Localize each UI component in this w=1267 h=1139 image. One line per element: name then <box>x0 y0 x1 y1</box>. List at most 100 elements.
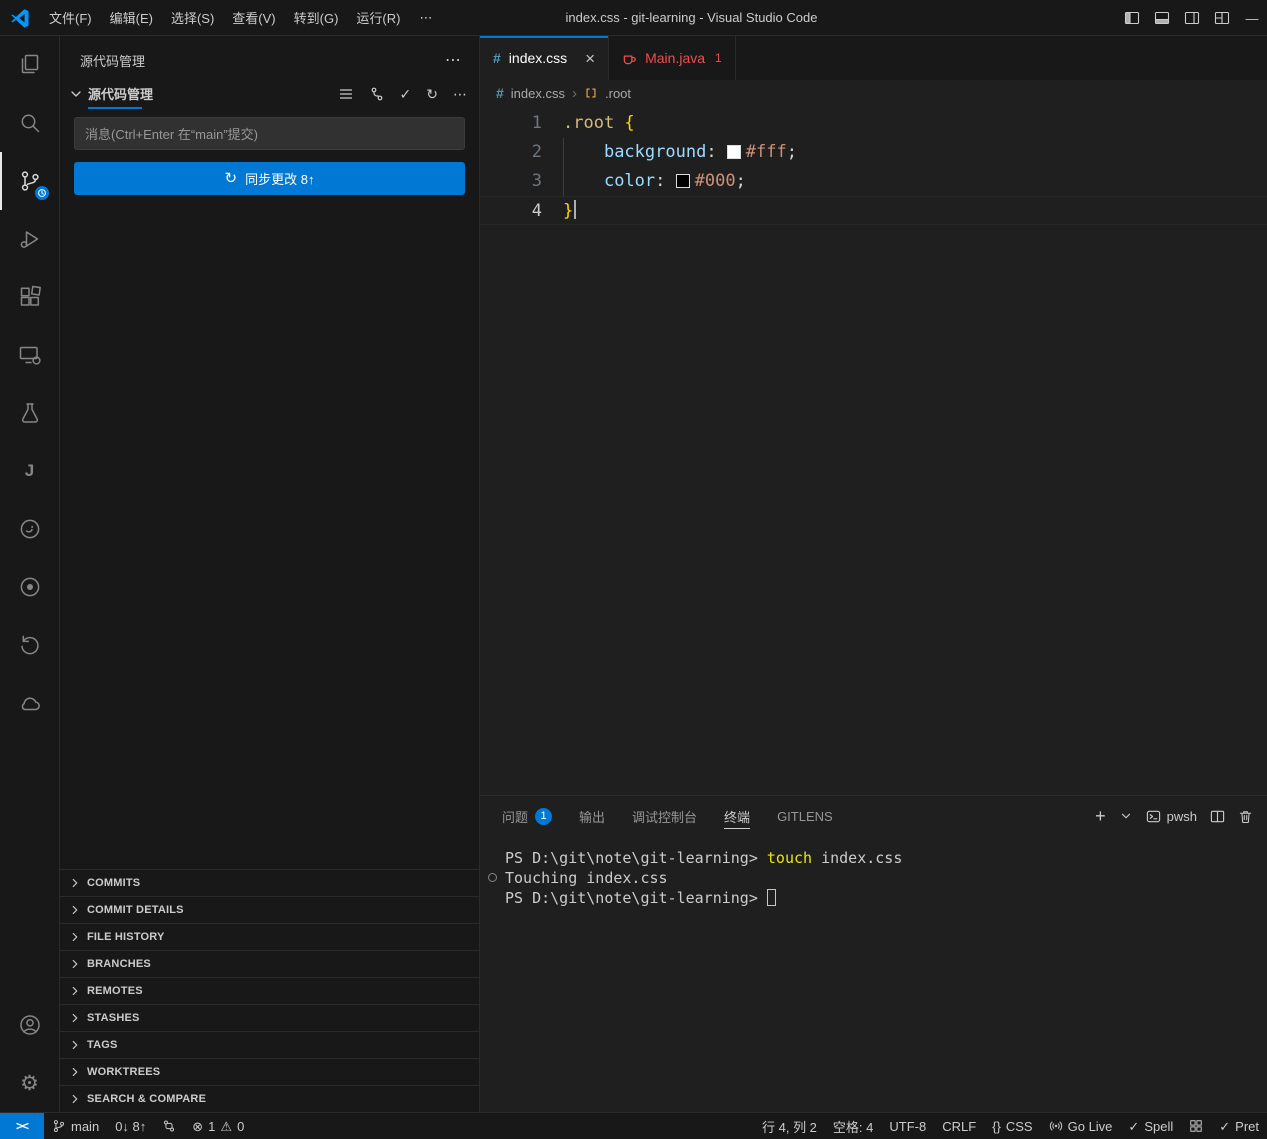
indentation-item[interactable]: 空格: 4 <box>825 1113 881 1139</box>
encoding-item[interactable]: UTF-8 <box>881 1113 934 1139</box>
spell-label: Spell <box>1144 1119 1173 1134</box>
grid-extension-item[interactable] <box>1181 1113 1211 1139</box>
eol-item[interactable]: CRLF <box>934 1113 984 1139</box>
extensions-icon[interactable] <box>0 268 59 326</box>
section-tags[interactable]: TAGS <box>60 1031 479 1058</box>
sidebar-more-icon[interactable]: ⋯ <box>445 56 461 66</box>
run-debug-icon[interactable] <box>0 210 59 268</box>
broadcast-icon <box>1049 1119 1063 1133</box>
spell-checker-item[interactable]: ✓ Spell <box>1120 1113 1181 1139</box>
section-branches[interactable]: BRANCHES <box>60 950 479 977</box>
testing-beaker-icon[interactable] <box>0 384 59 442</box>
gradle-icon[interactable] <box>0 500 59 558</box>
menu-view[interactable]: 查看(V) <box>223 4 284 31</box>
terminal-dropdown-icon[interactable] <box>1119 809 1133 823</box>
git-compare-item[interactable] <box>154 1113 184 1139</box>
split-terminal-icon[interactable] <box>1210 809 1225 824</box>
indent <box>563 142 604 162</box>
remote-indicator[interactable]: >< <box>0 1113 44 1139</box>
tab-label: Main.java <box>645 50 705 66</box>
gitlens-label: GITLENS <box>777 809 833 824</box>
menu-file[interactable]: 文件(F) <box>40 4 101 31</box>
warning-icon: ⚠ <box>220 1120 232 1133</box>
settings-gear-icon[interactable]: ⚙ <box>0 1054 59 1112</box>
tab-index-css[interactable]: # index.css × <box>480 36 609 80</box>
title-bar: 文件(F) 编辑(E) 选择(S) 查看(V) 转到(G) 运行(R) ⋯ in… <box>0 0 1267 36</box>
section-label: FILE HISTORY <box>87 931 165 943</box>
menu-run[interactable]: 运行(R) <box>347 4 409 31</box>
prettier-item[interactable]: ✓ Pret <box>1211 1113 1267 1139</box>
terminal-command: touch <box>767 849 812 867</box>
history-arrow-icon[interactable] <box>0 616 59 674</box>
tab-debug-console[interactable]: 调试控制台 <box>632 796 697 836</box>
view-as-list-icon[interactable] <box>338 86 354 102</box>
account-icon[interactable] <box>0 996 59 1054</box>
search-icon[interactable] <box>0 94 59 152</box>
tab-output[interactable]: 输出 <box>579 796 605 836</box>
commit-graph-icon[interactable] <box>369 86 385 102</box>
sidebar-header: 源代码管理 ⋯ <box>60 36 479 76</box>
new-terminal-icon[interactable]: + <box>1095 807 1106 825</box>
command-decoration-icon[interactable] <box>488 873 497 882</box>
commit-message-input[interactable]: 消息(Ctrl+Enter 在“main”提交) <box>74 117 465 150</box>
target-icon[interactable] <box>0 558 59 616</box>
go-live-item[interactable]: Go Live <box>1041 1113 1121 1139</box>
section-remotes[interactable]: REMOTES <box>60 977 479 1004</box>
terminal-instance-pwsh[interactable]: pwsh <box>1146 809 1197 824</box>
commit-check-icon[interactable]: ✓ <box>400 87 412 101</box>
terminal-output: Touching index.css <box>505 869 668 887</box>
sync-changes-button[interactable]: ↻ 同步更改 8↑ <box>74 162 465 195</box>
cursor-position-item[interactable]: 行 4, 列 2 <box>754 1113 825 1139</box>
color-swatch-white[interactable] <box>727 145 741 159</box>
section-label: COMMITS <box>87 877 140 889</box>
chevron-right-icon <box>68 1065 82 1079</box>
cloud-icon[interactable] <box>0 674 59 732</box>
toggle-panel-icon[interactable] <box>1147 0 1177 36</box>
tab-problems[interactable]: 问题 1 <box>502 796 552 836</box>
remote-explorer-icon[interactable] <box>0 326 59 384</box>
scm-more-icon[interactable]: ⋯ <box>453 87 467 101</box>
customize-layout-icon[interactable] <box>1207 0 1237 36</box>
activity-bar: J ⚙ <box>0 36 60 1112</box>
section-worktrees[interactable]: WORKTREES <box>60 1058 479 1085</box>
breadcrumb-file[interactable]: index.css <box>511 86 565 101</box>
grid-icon <box>1189 1119 1203 1133</box>
section-file-history[interactable]: FILE HISTORY <box>60 923 479 950</box>
kill-terminal-trash-icon[interactable] <box>1238 809 1253 824</box>
minimize-button[interactable]: — <box>1237 0 1267 36</box>
problems-status-item[interactable]: ⊗ 1 ⚠ 0 <box>184 1113 252 1139</box>
close-icon[interactable]: × <box>585 50 595 67</box>
tab-terminal[interactable]: 终端 <box>724 796 750 836</box>
section-search-compare[interactable]: SEARCH & COMPARE <box>60 1085 479 1112</box>
menu-edit[interactable]: 编辑(E) <box>101 4 162 31</box>
section-label: COMMIT DETAILS <box>87 904 184 916</box>
color-swatch-black[interactable] <box>676 174 690 188</box>
branch-status-item[interactable]: main <box>44 1113 107 1139</box>
breadcrumb-symbol[interactable]: .root <box>605 86 631 101</box>
toggle-primary-sidebar-icon[interactable] <box>1117 0 1147 36</box>
scm-repo-header[interactable]: 源代码管理 ✓ ↻ ⋯ <box>60 76 479 113</box>
menu-more-icon[interactable]: ⋯ <box>409 6 442 30</box>
source-control-icon[interactable] <box>0 152 59 210</box>
sync-status-item[interactable]: 0↓ 8↑ <box>107 1113 154 1139</box>
menu-goto[interactable]: 转到(G) <box>285 4 348 31</box>
window-title: index.css - git-learning - Visual Studio… <box>566 10 818 25</box>
language-mode-item[interactable]: {} CSS <box>984 1113 1040 1139</box>
menu-selection[interactable]: 选择(S) <box>162 4 223 31</box>
activity-bar-bottom: ⚙ <box>0 996 59 1112</box>
refresh-icon[interactable]: ↻ <box>426 87 438 101</box>
toggle-secondary-sidebar-icon[interactable] <box>1177 0 1207 36</box>
section-stashes[interactable]: STASHES <box>60 1004 479 1031</box>
section-commits[interactable]: COMMITS <box>60 869 479 896</box>
section-commit-details[interactable]: COMMIT DETAILS <box>60 896 479 923</box>
chevron-right-icon <box>68 984 82 998</box>
text-cursor <box>574 200 576 219</box>
java-icon[interactable]: J <box>0 442 59 500</box>
terminal-line: PS D:\git\note\git-learning> touch index… <box>505 848 1267 868</box>
code-editor[interactable]: 1 .root { 2 background: #fff; 3 color: #… <box>480 106 1267 795</box>
line-number: 1 <box>480 109 542 138</box>
tab-main-java[interactable]: Main.java 1 <box>609 36 736 80</box>
explorer-icon[interactable] <box>0 36 59 94</box>
tab-gitlens[interactable]: GITLENS <box>777 796 833 836</box>
terminal-content[interactable]: PS D:\git\note\git-learning> touch index… <box>480 836 1267 1112</box>
